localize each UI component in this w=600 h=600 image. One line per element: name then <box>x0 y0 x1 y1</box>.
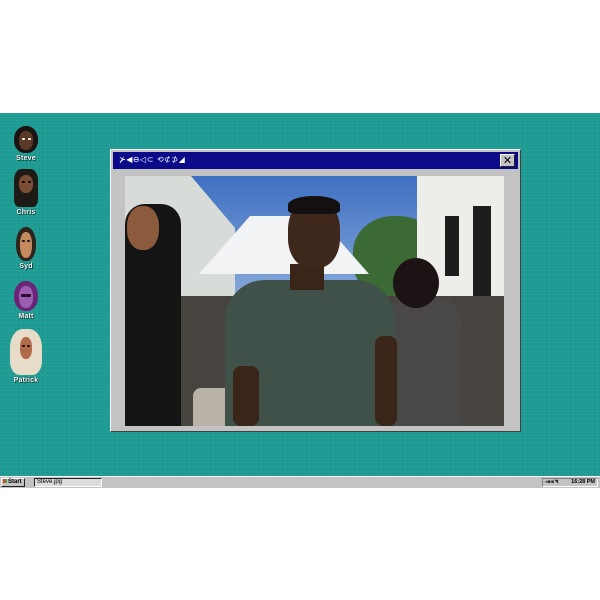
steve-photo <box>125 176 504 426</box>
image-viewer-window[interactable]: ⊁◀⊖◁⊂ ⟲⊄⊅◢ ✕ <box>110 149 521 432</box>
photo-person-right-head <box>393 258 439 308</box>
clock: 16:28 PM <box>571 479 595 485</box>
matt-avatar-icon <box>14 281 38 311</box>
desktop-icon-matt[interactable]: Matt <box>4 281 48 320</box>
desktop-icon-label: Chris <box>16 209 36 216</box>
taskbar-item-steve-jpg[interactable]: Steve.jpg <box>34 478 102 487</box>
desktop-icon-steve[interactable]: Steve <box>4 126 48 162</box>
photo-person-left-head <box>127 206 159 250</box>
start-label: Start <box>8 479 22 485</box>
close-button[interactable]: ✕ <box>500 154 515 167</box>
desktop-icon-label: Patrick <box>13 377 39 384</box>
tray-icons[interactable]: ◂▪▪◥ <box>545 479 558 486</box>
syd-avatar-icon <box>16 227 36 261</box>
window-titlebar[interactable]: ⊁◀⊖◁⊂ ⟲⊄⊅◢ ✕ <box>113 152 518 169</box>
desktop-icon-label: Matt <box>18 313 34 320</box>
chris-avatar-icon <box>14 169 38 207</box>
desktop-icon-syd[interactable]: Syd <box>4 227 48 270</box>
window-title: ⊁◀⊖◁⊂ ⟲⊄⊅◢ <box>119 155 186 164</box>
desktop-icon-label: Syd <box>19 263 33 270</box>
windows-logo-icon <box>3 479 7 484</box>
start-button[interactable]: Start <box>1 478 25 487</box>
photo-subject-hair <box>288 196 340 214</box>
taskbar: Start Steve.jpg ◂▪▪◥ 16:28 PM <box>0 476 600 488</box>
taskbar-item-label: Steve.jpg <box>37 479 63 485</box>
desktop-icon-patrick[interactable]: Patrick <box>4 329 48 384</box>
photo-subject-arm-right <box>375 336 397 426</box>
desktop-icon-chris[interactable]: Chris <box>4 169 48 216</box>
photo-subject-arm-left <box>233 366 259 426</box>
desktop-icon-label: Steve <box>16 155 36 162</box>
system-tray: ◂▪▪◥ 16:28 PM <box>542 478 598 487</box>
patrick-avatar-icon <box>10 329 42 375</box>
steve-avatar-icon <box>14 126 38 153</box>
